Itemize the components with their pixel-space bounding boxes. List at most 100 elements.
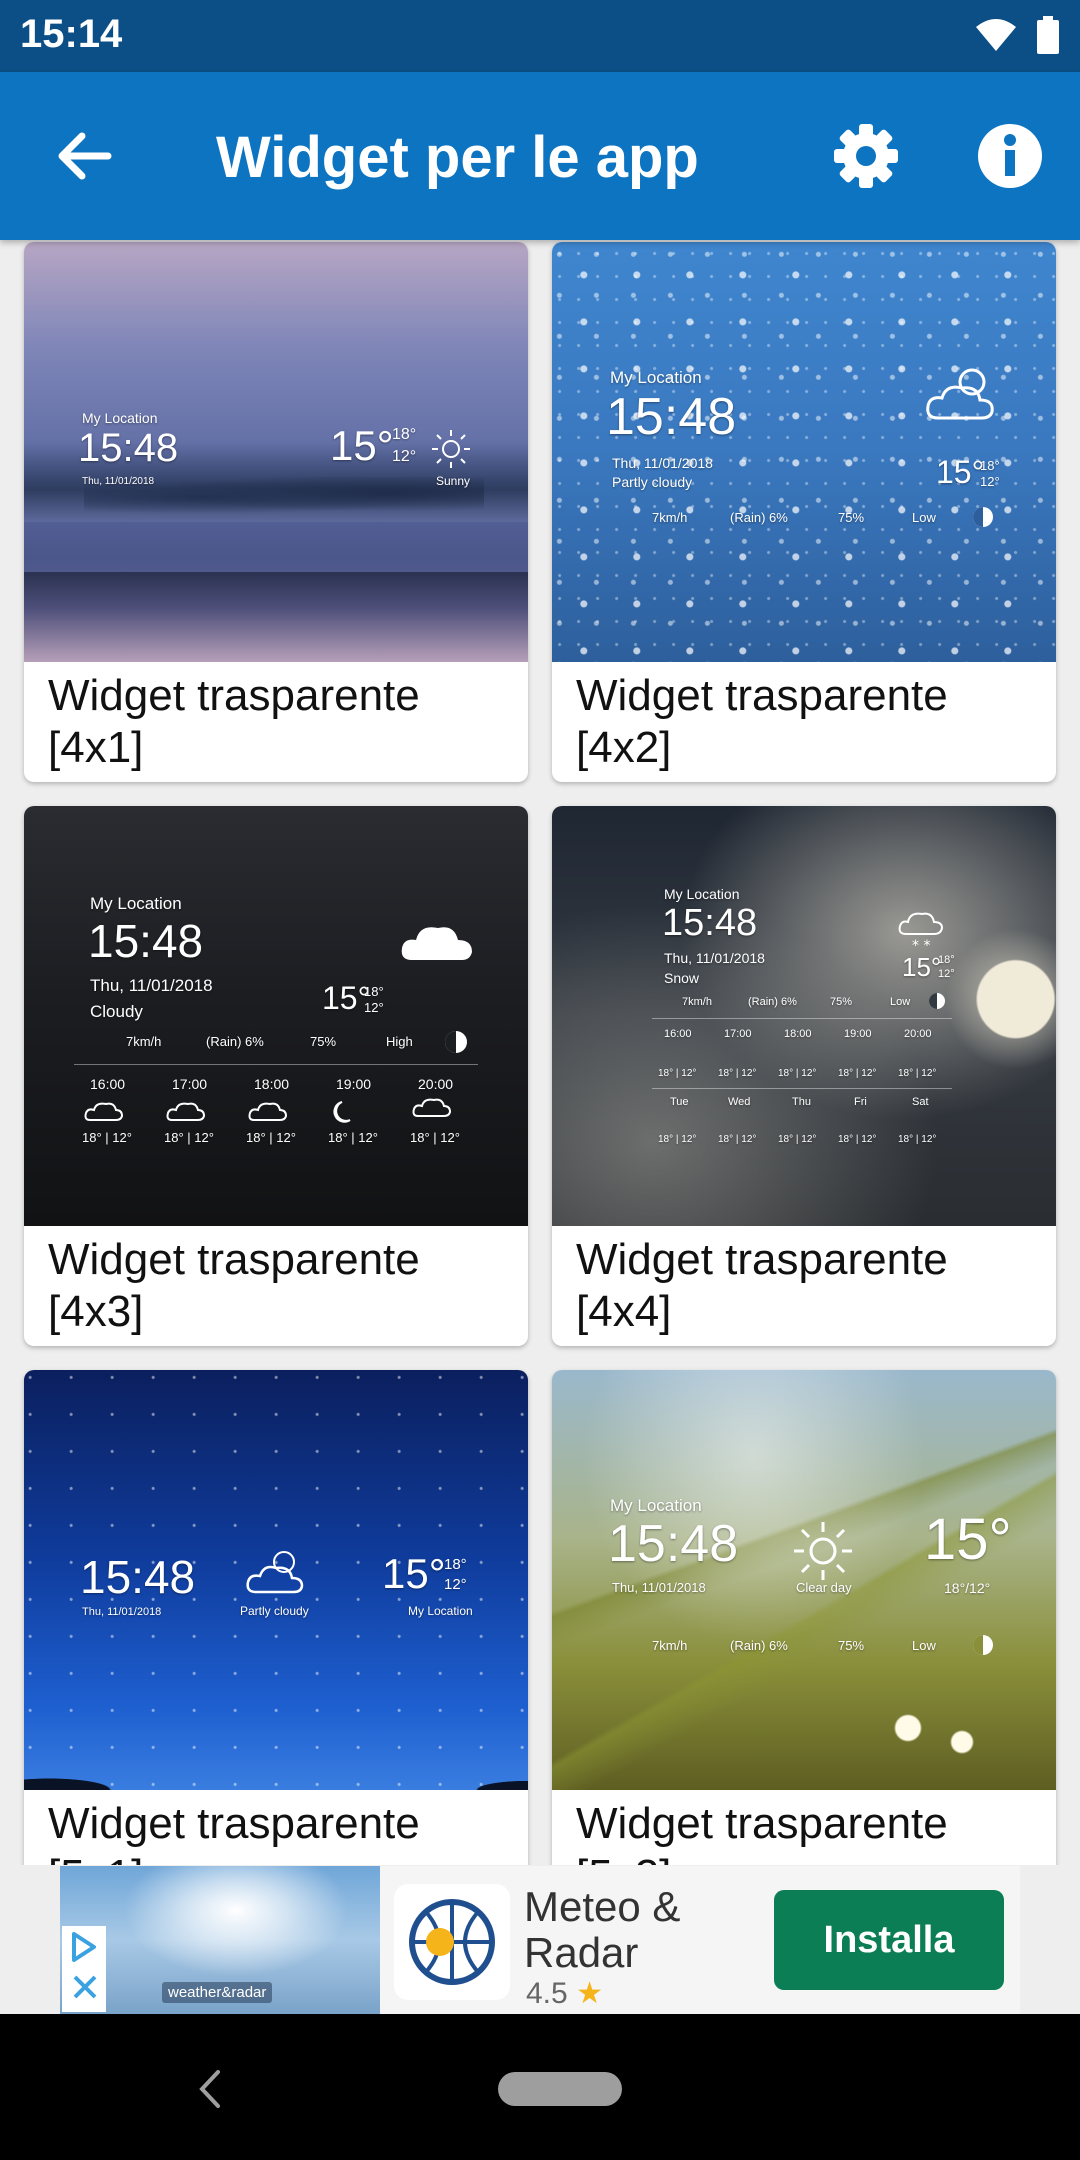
forecast-day: Sat <box>912 1096 929 1108</box>
card-label: Widget trasparente [5x1] <box>48 1799 420 1865</box>
status-icons <box>974 16 1060 54</box>
forecast-range: 18° | 12° <box>410 1130 460 1145</box>
preview-low: 12° <box>444 1576 467 1593</box>
preview-low: 12° <box>938 968 955 980</box>
forecast-hour: 19:00 <box>844 1028 872 1040</box>
preview-condition: Clear day <box>796 1580 852 1595</box>
card-label: Widget trasparente [5x2] <box>576 1799 948 1865</box>
card-label: Widget trasparente [4x4] <box>576 1235 948 1336</box>
install-button[interactable]: Installa <box>774 1890 1004 1990</box>
widget-preview-image: 15:48 Thu, 11/01/2018 Partly cloudy 15° … <box>24 1370 528 1790</box>
preview-location: My Location <box>610 368 702 387</box>
preview-humidity: 75% <box>310 1034 337 1049</box>
water-reflection <box>24 572 528 662</box>
app-bar: Widget per le app <box>0 72 1080 240</box>
nav-back-icon[interactable] <box>190 2064 230 2114</box>
preview-uv: Low <box>912 1638 936 1653</box>
star-icon: ★ <box>576 1977 603 2010</box>
preview-temp: 15° <box>902 952 942 982</box>
preview-time: 15:48 <box>606 388 737 446</box>
widget-preview-image: My Location 15:48 Thu, 11/01/2018 Cloudy… <box>24 806 528 1226</box>
preview-date: Thu, 11/01/2018 <box>612 455 713 471</box>
forecast-range: 18° | 12° <box>838 1134 877 1145</box>
widget-card-4x2[interactable]: My Location 15:48 Thu, 11/01/2018 Partly… <box>552 242 1056 782</box>
preview-low: 12° <box>980 474 1000 489</box>
preview-location: My Location <box>82 410 158 426</box>
preview-humidity: 75% <box>830 996 853 1008</box>
preview-condition: Partly cloudy <box>240 1604 309 1618</box>
moon-phase-icon <box>929 993 945 1009</box>
preview-uv: Low <box>890 996 911 1008</box>
moon-phase-icon <box>445 1031 467 1053</box>
forecast-hour: 17:00 <box>172 1076 208 1092</box>
preview-rain: (Rain) 6% <box>730 510 788 525</box>
preview-date: Thu, 11/01/2018 <box>90 976 213 995</box>
widget-card-4x4[interactable]: My Location 15:48 Thu, 11/01/2018 Snow *… <box>552 806 1056 1346</box>
forecast-day: Thu <box>792 1096 811 1108</box>
widget-card-5x2[interactable]: My Location 15:48 Thu, 11/01/2018 Clear … <box>552 1370 1056 1865</box>
preview-high: 18° <box>938 954 955 966</box>
ad-image[interactable]: weather&radar <box>60 1866 380 2014</box>
ad-banner[interactable]: weather&radar Meteo & Radar 4.5 ★ Instal… <box>60 1866 1020 2014</box>
preview-wind: 7km/h <box>652 510 688 525</box>
snow-icon: * * <box>898 912 944 954</box>
preview-low: 12° <box>392 448 417 465</box>
preview-rain: (Rain) 6% <box>730 1638 788 1653</box>
preview-date: Thu, 11/01/2018 <box>612 1580 706 1595</box>
ad-app-name[interactable]: Meteo & Radar <box>524 1884 754 1976</box>
forecast-range: 18° | 12° <box>898 1068 937 1079</box>
preview-temp: 15° <box>936 454 985 490</box>
trees-silhouette <box>24 1700 528 1790</box>
preview-condition: Partly cloudy <box>612 474 693 490</box>
back-arrow-icon[interactable] <box>50 120 122 192</box>
home-pill[interactable] <box>498 2072 622 2106</box>
forecast-range: 18° | 12° <box>718 1134 757 1145</box>
card-label: Widget trasparente [4x3] <box>48 1235 420 1336</box>
widget-preview-image: My Location 15:48 Thu, 11/01/2018 Clear … <box>552 1370 1056 1790</box>
preview-date: Thu, 11/01/2018 <box>82 1606 162 1618</box>
forecast-range: 18° | 12° <box>328 1130 378 1145</box>
card-label: Widget trasparente [4x2] <box>576 671 948 772</box>
preview-rain: (Rain) 6% <box>206 1034 264 1049</box>
rating-value: 4.5 <box>526 1977 568 2010</box>
preview-temp: 15° <box>330 422 394 469</box>
card-label: Widget trasparente [4x1] <box>48 671 420 772</box>
ad-brand-logo: weather&radar <box>162 1982 273 2003</box>
forecast-range: 18° | 12° <box>778 1068 817 1079</box>
widget-card-4x3[interactable]: My Location 15:48 Thu, 11/01/2018 Cloudy… <box>24 806 528 1346</box>
navigation-bar <box>0 2014 1080 2160</box>
info-icon[interactable] <box>972 118 1048 194</box>
forecast-divider <box>652 1018 952 1019</box>
ad-choices-icon[interactable] <box>70 1930 100 1964</box>
sun-icon <box>432 430 470 468</box>
preview-condition: Sunny <box>436 474 471 488</box>
preview-location: My Location <box>408 1604 473 1618</box>
app-logo[interactable] <box>394 1884 510 2000</box>
preview-wind: 7km/h <box>652 1638 688 1653</box>
preview-wind: 7km/h <box>682 996 712 1008</box>
forecast-hour: 18:00 <box>254 1076 290 1092</box>
preview-rain: (Rain) 6% <box>748 996 797 1008</box>
preview-range: 18°/12° <box>944 1580 991 1596</box>
preview-time: 15:48 <box>88 915 204 967</box>
widget-preview-image: My Location 15:48 Thu, 11/01/2018 Partly… <box>552 242 1056 662</box>
forecast-hour: 16:00 <box>664 1028 692 1040</box>
widget-card-4x1[interactable]: My Location 15:48 Thu, 11/01/2018 15° 18… <box>24 242 528 782</box>
preview-location: My Location <box>610 1496 702 1515</box>
forecast-hour: 19:00 <box>336 1076 372 1092</box>
preview-location: My Location <box>664 886 740 902</box>
ad-choices[interactable] <box>62 1926 106 2012</box>
preview-high: 18° <box>444 1556 467 1573</box>
status-time: 15:14 <box>20 12 123 56</box>
widget-card-5x1[interactable]: 15:48 Thu, 11/01/2018 Partly cloudy 15° … <box>24 1370 528 1865</box>
forecast-divider <box>74 1064 478 1065</box>
forecast-hour: 20:00 <box>904 1028 932 1040</box>
battery-icon <box>1037 16 1059 54</box>
ad-close-icon[interactable] <box>72 1974 98 2000</box>
radar-globe-icon <box>409 1899 495 1985</box>
forecast-hour: 16:00 <box>90 1076 126 1092</box>
settings-gear-icon[interactable] <box>830 120 902 192</box>
preview-wind: 7km/h <box>126 1034 162 1049</box>
preview-location: My Location <box>90 894 182 913</box>
forecast-range: 18° | 12° <box>658 1134 697 1145</box>
